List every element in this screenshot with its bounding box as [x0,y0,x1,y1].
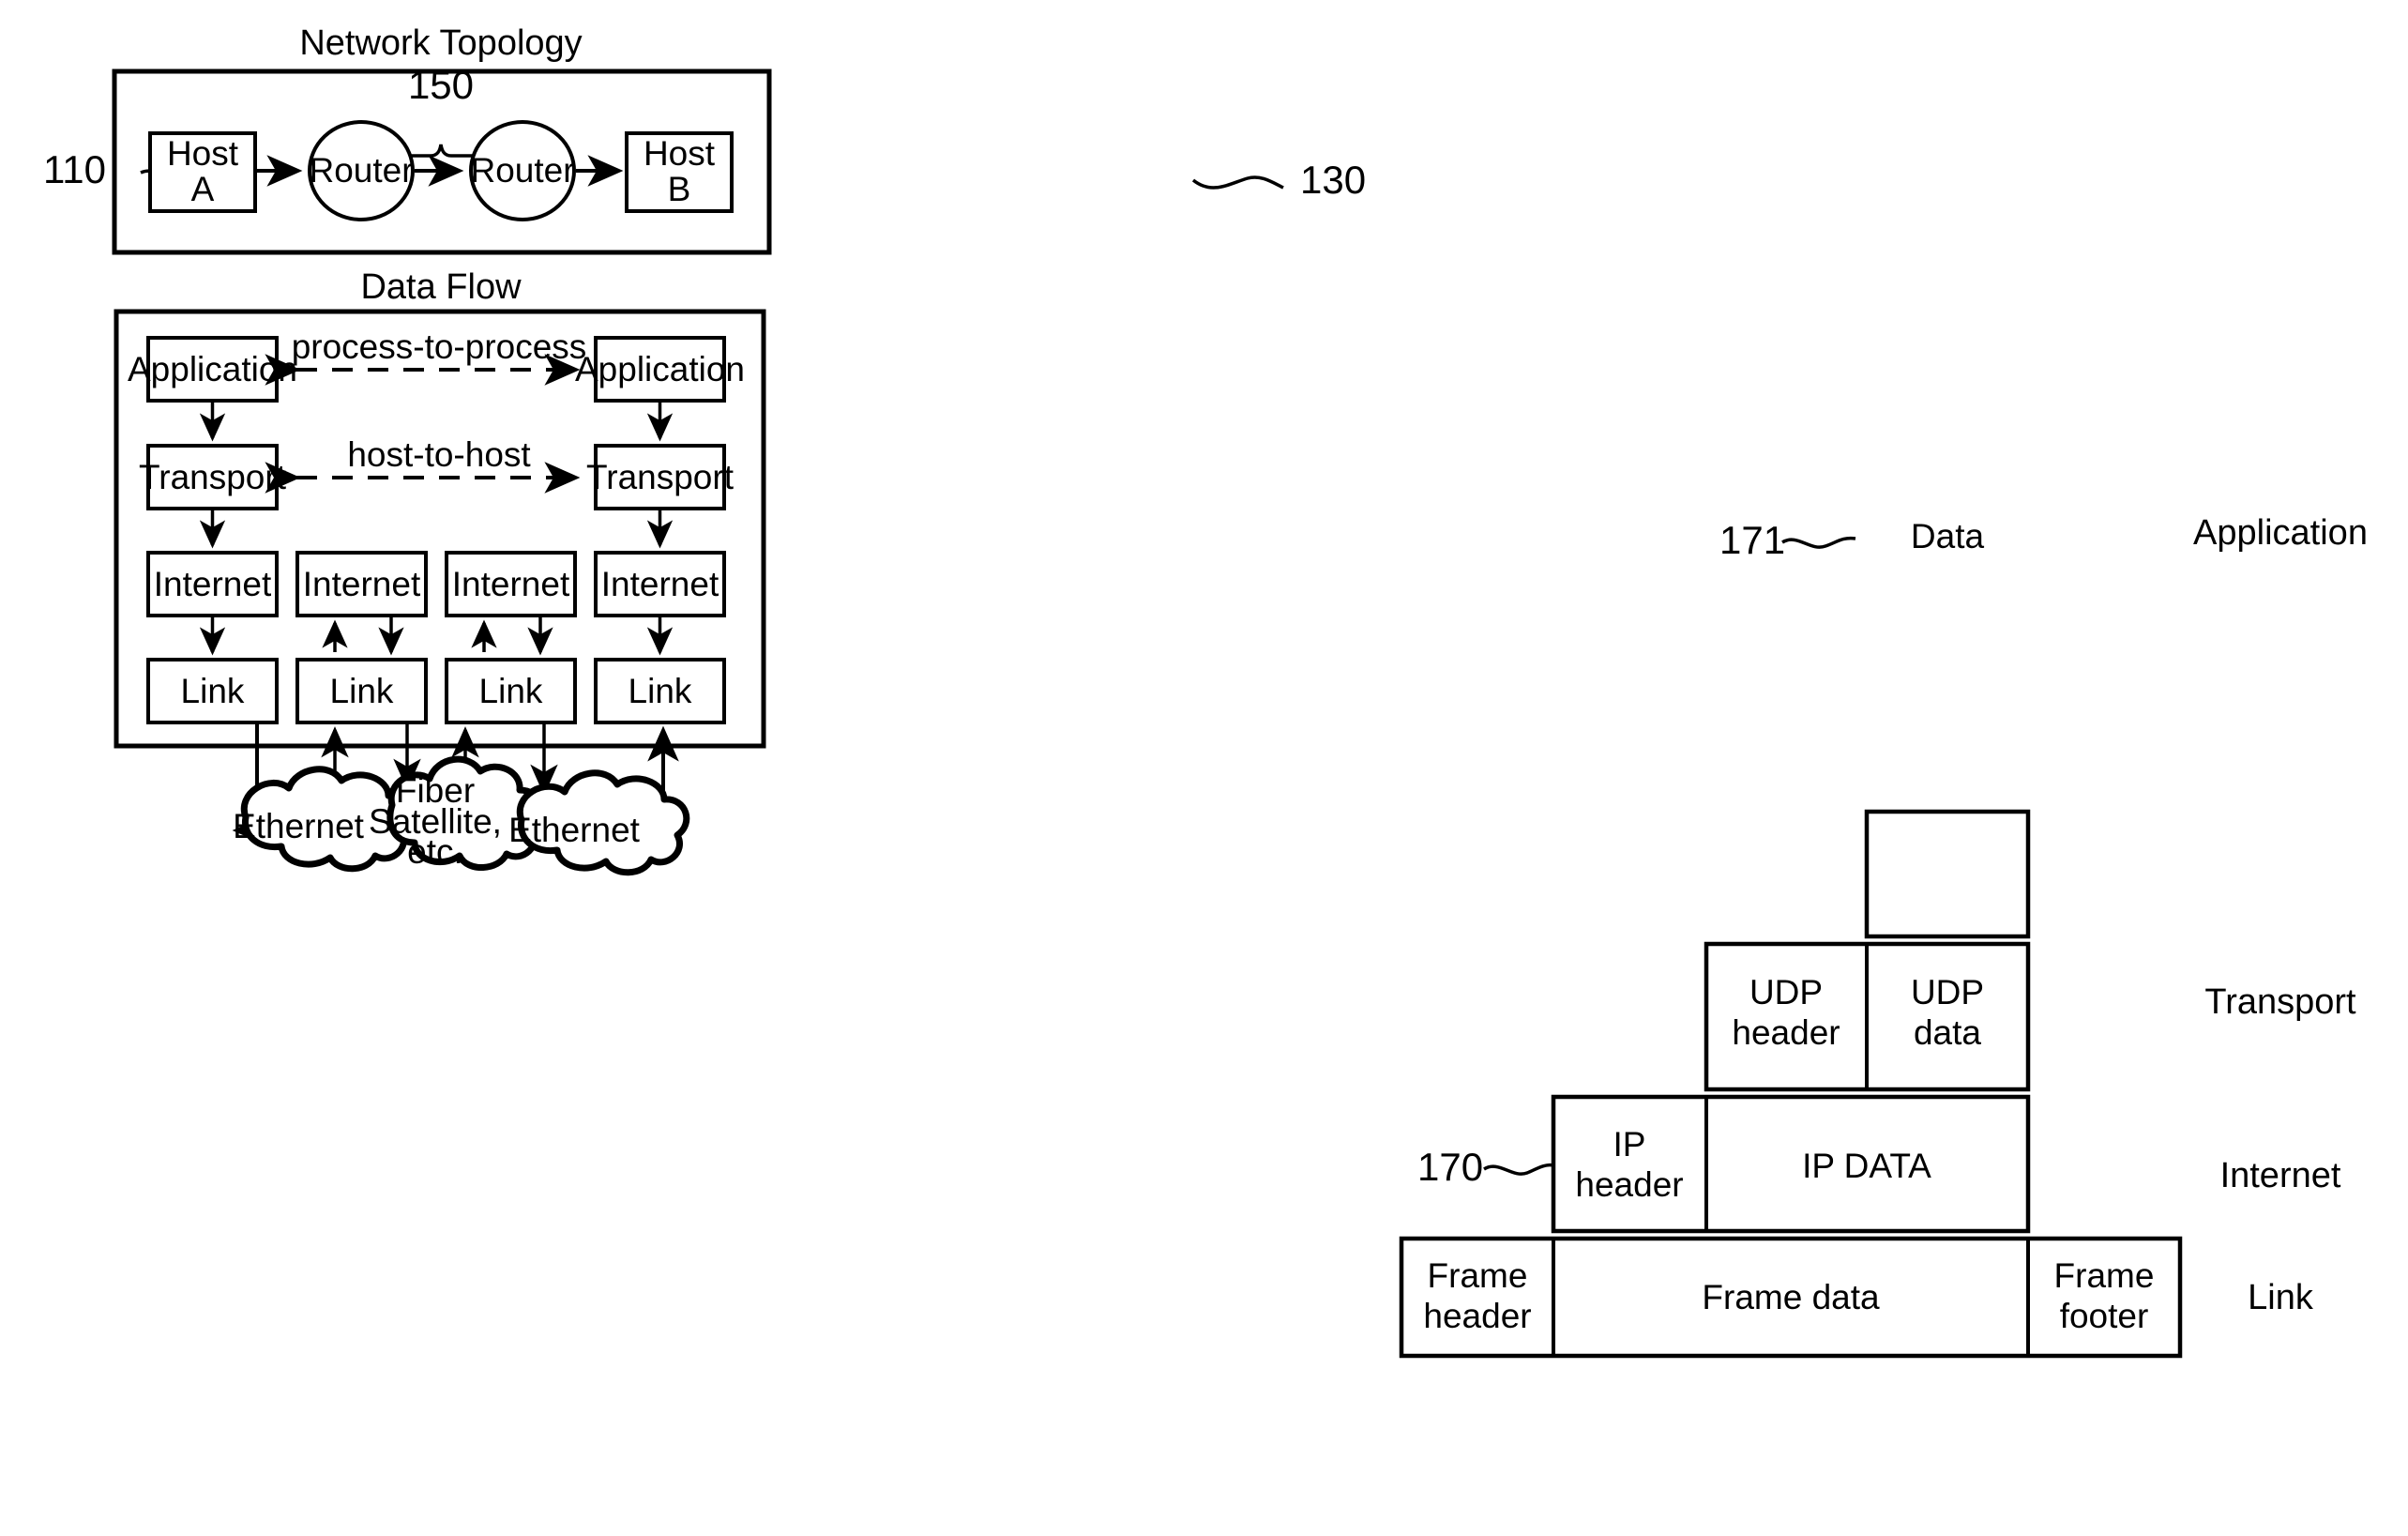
pkt-cell-udp-header-line1: UDP [1749,973,1823,1011]
pkt-row-transport: UDP header UDP data [1704,941,2031,1092]
node-router-1: Router [308,120,415,221]
node-host-b-label-line2: B [668,170,691,208]
pkt-cell-data-label: Data [1911,517,1985,555]
data-flow-col-1: Application Transport Internet Link [128,336,297,724]
cloud-ethernet-right: Ethernet [508,769,690,876]
data-flow-col-2: Internet Link [295,551,428,724]
layer-box-internet-col3-label: Internet [452,565,570,603]
layer-box-link-col2: Link [295,658,428,724]
layer-box-transport-left: Transport [139,444,287,510]
pkt-cell-udp-header-line2: header [1732,1013,1840,1052]
node-host-a-label-line2: A [191,170,215,208]
pkt-cell-data [1864,809,2031,939]
layer-box-link-col1: Link [146,658,279,724]
pkt-cell-frame-footer-line2: footer [2060,1297,2149,1335]
pkt-cell-ip-data-label: IP DATA [1802,1147,1931,1185]
node-host-a-label-line1: Host [167,134,239,173]
encap-layer-label-link: Link [2248,1278,2314,1317]
layer-box-application-right-label: Application [575,350,745,388]
layer-box-transport-right: Transport [586,444,735,510]
layer-box-link-col3-label: Link [479,672,543,710]
peer-link-process-to-process: process-to-process [265,327,587,386]
pkt-cell-frame-footer-line1: Frame [2054,1256,2155,1295]
peer-label-process-to-process: process-to-process [292,327,587,366]
cloud-ethernet-right-label: Ethernet [508,811,641,849]
node-host-b-label-line1: Host [644,134,716,173]
node-router-2: Router [469,120,576,221]
ref-130-label: 130 [1300,158,1366,202]
cloud-fiber-satellite-line3: etc. [407,832,463,871]
node-host-a: Host A [148,131,257,213]
data-flow-section: Data Flow Application Transport Internet… [114,267,766,876]
layer-box-application-right: Application [575,336,745,403]
pkt-row-application: Data [1864,517,2031,939]
encap-layer-label-application: Application [2193,513,2368,553]
ref-170-label: 170 [1417,1145,1483,1189]
network-topology-section: Network Topology 110 150 Host A Router R… [43,23,1366,255]
layer-box-link-col2-label: Link [330,672,394,710]
layer-box-link-col4-label: Link [629,672,692,710]
encap-layer-label-internet: Internet [2220,1156,2341,1195]
pkt-cell-udp-data-line1: UDP [1911,973,1984,1011]
ref-150-label: 150 [408,63,474,107]
peer-label-host-to-host: host-to-host [347,435,531,474]
ref-171-label: 171 [1719,518,1785,562]
peer-link-host-to-host: host-to-host [265,435,581,494]
encapsulation-section: 171 170 Data UDP header UDP data IP head… [1399,513,2368,1359]
pkt-cell-frame-data-label: Frame data [1702,1278,1880,1316]
layer-box-transport-right-label: Transport [586,458,735,496]
layer-box-link-col1-label: Link [181,672,245,710]
ref-110-label: 110 [43,147,106,191]
node-router-2-label: Router [470,151,574,190]
layer-box-internet-col2-label: Internet [303,565,421,603]
data-flow-caption: Data Flow [360,267,522,307]
ref-130-leader [1191,175,1284,190]
layer-box-internet-col1: Internet [146,551,279,617]
pkt-cell-ip-header-line1: IP [1613,1125,1646,1163]
layer-box-internet-col2: Internet [295,551,428,617]
pkt-cell-udp-data-line2: data [1914,1013,1981,1052]
pkt-row-internet: IP header IP DATA [1551,1094,2031,1234]
layer-box-application-left: Application [128,336,297,403]
pkt-cell-frame-header-line1: Frame [1428,1256,1528,1295]
ref-170-leader [1483,1163,1555,1176]
node-host-b: Host B [625,131,734,213]
encap-layer-label-transport: Transport [2204,982,2356,1022]
pkt-row-link: Frame header Frame data Frame footer [1399,1236,2183,1359]
layer-box-internet-col3: Internet [445,551,577,617]
ref-171-leader [1781,536,1856,549]
figure-canvas: Network Topology 110 150 Host A Router R… [0,0,2408,1536]
cloud-ethernet-left-label: Ethernet [233,807,365,845]
pkt-cell-frame-header-line2: header [1423,1297,1531,1335]
node-router-1-label: Router [309,151,413,190]
network-topology-caption: Network Topology [299,23,582,63]
layer-box-link-col4: Link [594,658,726,724]
pkt-cell-ip-group [1551,1094,2031,1234]
layer-box-internet-col4: Internet [594,551,726,617]
data-flow-col-3: Internet Link [445,551,577,724]
layer-box-internet-col4-label: Internet [601,565,719,603]
layer-box-transport-left-label: Transport [139,458,287,496]
layer-box-link-col3: Link [445,658,577,724]
data-flow-col-4: Application Transport Internet Link [575,336,745,724]
layer-box-internet-col1-label: Internet [154,565,272,603]
layer-box-application-left-label: Application [128,350,297,388]
pkt-cell-ip-header-line2: header [1575,1165,1683,1204]
